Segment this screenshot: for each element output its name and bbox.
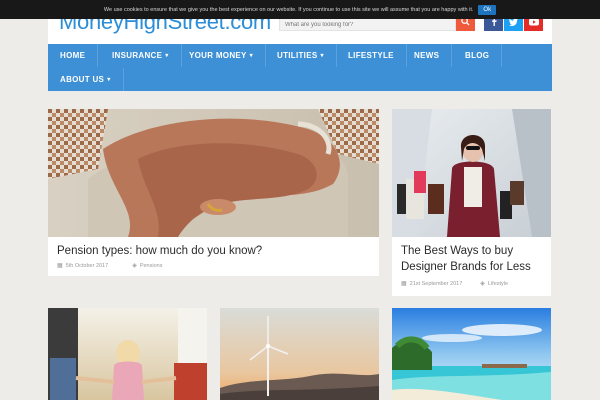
article-card-beach[interactable]: [392, 308, 551, 400]
calendar-icon: ▦: [57, 263, 63, 269]
article-category[interactable]: ◈ Pensions: [132, 262, 163, 270]
article-image-wind-turbine[interactable]: [220, 308, 379, 400]
article-category-label: Lifestyle: [487, 280, 509, 287]
chevron-down-icon: ▾: [320, 53, 324, 59]
nav-item-blog[interactable]: BLOG: [453, 44, 503, 67]
nav-item-label: YOUR MONEY: [189, 51, 247, 60]
article-card-pensions[interactable]: Pension types: how much do you know? ▦ 5…: [48, 109, 379, 276]
article-card-wind-turbine[interactable]: [220, 308, 379, 400]
nav-item-label: UTILITIES: [277, 51, 318, 60]
nav-item-label: HOME: [60, 51, 86, 60]
cookie-ok-button[interactable]: Ok: [478, 4, 497, 15]
nav-item-label: INSURANCE: [112, 51, 163, 60]
nav-item-utilities[interactable]: UTILITIES ▾: [265, 44, 337, 67]
nav-item-home[interactable]: HOME: [48, 44, 99, 67]
cookie-bar: We use cookies to ensure that we give yo…: [0, 0, 600, 19]
nav-item-insurance[interactable]: INSURANCE ▾: [100, 44, 182, 67]
nav-item-label: LIFESTYLE: [348, 51, 394, 60]
nav-item-about-us[interactable]: ABOUT US ▾: [48, 68, 124, 91]
chevron-down-icon: ▾: [107, 77, 111, 83]
cookie-message: We use cookies to ensure that we give yo…: [103, 6, 474, 13]
tag-icon: ◈: [132, 263, 137, 269]
article-title[interactable]: Pension types: how much do you know?: [57, 243, 262, 259]
article-image-beach[interactable]: [392, 308, 551, 400]
article-meta: ▦ 21st September 2017 ◈ Lifestyle: [401, 280, 509, 288]
nav-item-label: ABOUT US: [60, 75, 105, 84]
chevron-down-icon: ▾: [165, 53, 169, 59]
article-image-shopper[interactable]: [392, 109, 551, 237]
nav-item-label: BLOG: [465, 51, 490, 60]
search-input[interactable]: [280, 16, 455, 34]
article-image-hands[interactable]: [48, 109, 379, 237]
article-card-family[interactable]: [48, 308, 207, 400]
chevron-down-icon: ▾: [249, 53, 253, 59]
article-meta: ▦ 5th October 2017 ◈ Pensions: [57, 262, 163, 270]
article-image-family[interactable]: [48, 308, 207, 400]
article-card-designer-brands[interactable]: The Best Ways to buy Designer Brands for…: [392, 109, 551, 296]
article-date: 21st September 2017: [409, 280, 463, 287]
article-category-label: Pensions: [139, 262, 163, 269]
article-title[interactable]: The Best Ways to buy Designer Brands for…: [401, 243, 546, 275]
tag-icon: ◈: [480, 281, 485, 287]
nav-item-lifestyle[interactable]: LIFESTYLE: [336, 44, 407, 67]
article-date: 5th October 2017: [65, 262, 109, 269]
calendar-icon: ▦: [401, 281, 407, 287]
nav-item-your-money[interactable]: YOUR MONEY ▾: [177, 44, 266, 67]
nav-item-news[interactable]: NEWS: [402, 44, 453, 67]
main-nav: HOME INSURANCE ▾ YOUR MONEY ▾ UTILITIES …: [48, 44, 552, 91]
article-category[interactable]: ◈ Lifestyle: [480, 280, 509, 288]
nav-item-label: NEWS: [414, 51, 440, 60]
